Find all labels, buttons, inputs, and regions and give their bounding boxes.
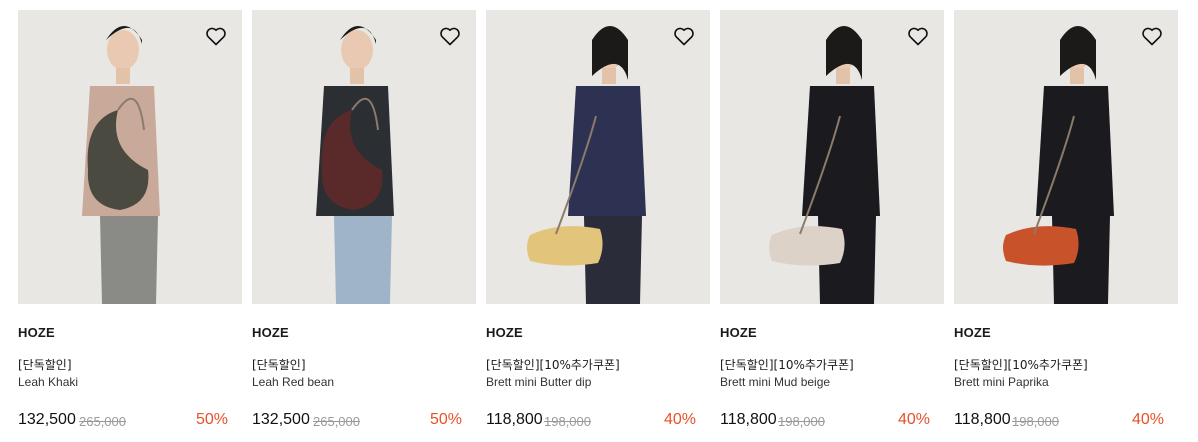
model-illustration (486, 10, 710, 304)
sale-price: 118,800 (954, 411, 1011, 428)
heart-outline-icon[interactable] (438, 24, 462, 48)
price-row: 132,500 265,000 50% (18, 411, 242, 433)
model-illustration (720, 10, 944, 304)
product-image[interactable] (954, 10, 1178, 304)
promo-label: [단독할인][10%추가쿠폰] (486, 358, 620, 372)
brand-name[interactable]: HOZE (954, 325, 991, 340)
promo-label: [단독할인][10%추가쿠폰] (720, 358, 854, 372)
price-row: 118,800 198,000 40% (954, 411, 1178, 433)
product-card[interactable]: HOZE [단독할인] Leah Red bean 132,500 265,00… (252, 0, 476, 442)
product-image[interactable] (486, 10, 710, 304)
promo-label: [단독할인] (18, 358, 72, 372)
product-image[interactable] (252, 10, 476, 304)
discount-rate: 40% (1131, 411, 1164, 428)
heart-outline-icon[interactable] (204, 24, 228, 48)
product-grid: HOZE [단독할인] Leah Khaki 132,500 265,000 5… (0, 0, 1198, 442)
original-price: 265,000 (313, 414, 360, 429)
sale-price: 118,800 (720, 411, 777, 428)
brand-name[interactable]: HOZE (486, 325, 523, 340)
original-price: 198,000 (778, 414, 825, 429)
discount-rate: 50% (429, 411, 462, 428)
brand-name[interactable]: HOZE (252, 325, 289, 340)
sale-price: 118,800 (486, 411, 543, 428)
product-image[interactable] (18, 10, 242, 304)
sale-price: 132,500 (18, 411, 76, 428)
product-name[interactable]: Brett mini Paprika (954, 375, 1049, 389)
original-price: 265,000 (79, 414, 126, 429)
product-card[interactable]: HOZE [단독할인] Leah Khaki 132,500 265,000 5… (18, 0, 242, 442)
price-row: 118,800 198,000 40% (486, 411, 710, 433)
original-price: 198,000 (1012, 414, 1059, 429)
product-name[interactable]: Brett mini Butter dip (486, 375, 591, 389)
heart-outline-icon[interactable] (906, 24, 930, 48)
original-price: 198,000 (544, 414, 591, 429)
promo-label: [단독할인][10%추가쿠폰] (954, 358, 1088, 372)
product-name[interactable]: Leah Khaki (18, 375, 78, 389)
model-illustration (954, 10, 1178, 304)
heart-outline-icon[interactable] (1140, 24, 1164, 48)
product-name[interactable]: Leah Red bean (252, 375, 334, 389)
product-card[interactable]: HOZE [단독할인][10%추가쿠폰] Brett mini Mud beig… (720, 0, 944, 442)
promo-label: [단독할인] (252, 358, 306, 372)
product-card[interactable]: HOZE [단독할인][10%추가쿠폰] Brett mini Paprika … (954, 0, 1178, 442)
product-name[interactable]: Brett mini Mud beige (720, 375, 830, 389)
discount-rate: 50% (195, 411, 228, 428)
price-row: 132,500 265,000 50% (252, 411, 476, 433)
sale-price: 132,500 (252, 411, 310, 428)
brand-name[interactable]: HOZE (18, 325, 55, 340)
discount-rate: 40% (897, 411, 930, 428)
model-illustration (252, 10, 476, 304)
product-card[interactable]: HOZE [단독할인][10%추가쿠폰] Brett mini Butter d… (486, 0, 710, 442)
product-image[interactable] (720, 10, 944, 304)
brand-name[interactable]: HOZE (720, 325, 757, 340)
model-illustration (18, 10, 242, 304)
price-row: 118,800 198,000 40% (720, 411, 944, 433)
heart-outline-icon[interactable] (672, 24, 696, 48)
discount-rate: 40% (663, 411, 696, 428)
